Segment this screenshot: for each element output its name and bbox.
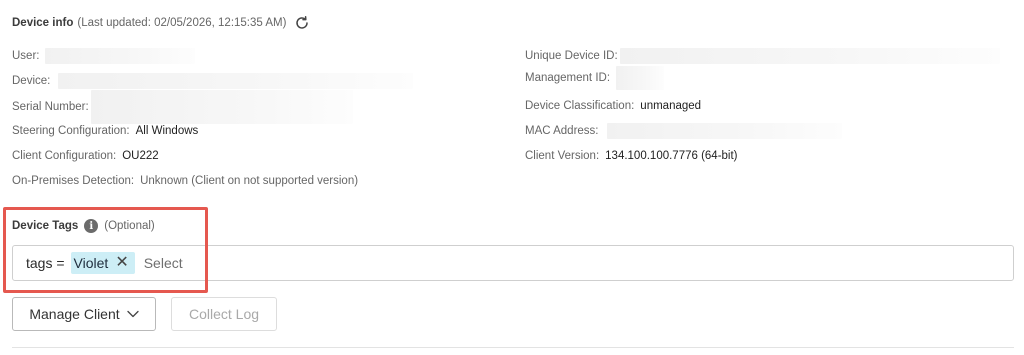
chevron-down-icon [126, 310, 139, 318]
field-serial-number: Serial Number: [12, 89, 353, 125]
refresh-icon[interactable] [294, 15, 310, 31]
field-label: Device Classification: [525, 100, 635, 112]
redacted-value [58, 73, 414, 89]
tag-select-placeholder[interactable]: Select [144, 255, 183, 271]
field-label: Unique Device ID: [525, 50, 618, 62]
field-label: Management ID: [525, 72, 611, 84]
collect-log-label: Collect Log [188, 306, 260, 322]
field-value: All Windows [135, 125, 199, 137]
field-label: On-Premises Detection: [12, 175, 135, 187]
redacted-value [45, 48, 196, 64]
optional-text: (Optional) [104, 220, 155, 232]
device-info-title: Device info [12, 17, 74, 29]
field-unique-device-id: Unique Device ID: [525, 48, 1000, 64]
field-label: Serial Number: [12, 101, 89, 113]
tag-prefix: tags = [26, 255, 65, 271]
device-tags-input[interactable]: tags = Violet ✕ Select [12, 245, 1014, 281]
device-tags-title: Device Tags [12, 220, 79, 232]
field-client-configuration: Client Configuration: OU222 [12, 148, 159, 164]
device-tags-label: Device Tags i (Optional) [12, 218, 155, 234]
field-device: Device: [12, 73, 414, 89]
field-on-premises-detection: On-Premises Detection: Unknown (Client o… [12, 173, 358, 189]
field-label: Client Version: [525, 150, 600, 162]
info-icon[interactable]: i [84, 219, 99, 233]
field-value: unmanaged [640, 100, 702, 112]
manage-client-label: Manage Client [29, 306, 120, 322]
redacted-value [616, 66, 665, 90]
tag-chip-label: Violet [73, 255, 109, 271]
field-label: Steering Configuration: [12, 125, 130, 137]
field-management-id: Management ID: [525, 65, 665, 91]
field-user: User: [12, 48, 196, 64]
field-value: OU222 [122, 150, 159, 162]
last-updated-text: (Last updated: 02/05/2026, 12:15:35 AM) [77, 17, 287, 29]
tag-chip: Violet ✕ [70, 252, 135, 274]
field-label: Device: [12, 75, 51, 87]
redacted-value [619, 48, 1000, 64]
field-steering-configuration: Steering Configuration: All Windows [12, 123, 198, 139]
field-client-version: Client Version: 134.100.100.7776 (64-bit… [525, 148, 738, 164]
close-icon[interactable]: ✕ [115, 255, 128, 271]
field-label: MAC Address: [525, 125, 599, 137]
divider [12, 347, 1014, 348]
field-mac-address: MAC Address: [525, 123, 842, 139]
manage-client-button[interactable]: Manage Client [12, 297, 156, 331]
field-label: Client Configuration: [12, 150, 117, 162]
field-value: 134.100.100.7776 (64-bit) [605, 150, 738, 162]
redacted-value [606, 123, 842, 139]
field-label: User: [12, 50, 40, 62]
collect-log-button[interactable]: Collect Log [171, 297, 277, 331]
field-value: Unknown (Client on not supported version… [140, 175, 359, 187]
field-device-classification: Device Classification: unmanaged [525, 98, 701, 114]
redacted-value [90, 90, 353, 124]
device-info-header: Device info (Last updated: 02/05/2026, 1… [12, 14, 310, 32]
